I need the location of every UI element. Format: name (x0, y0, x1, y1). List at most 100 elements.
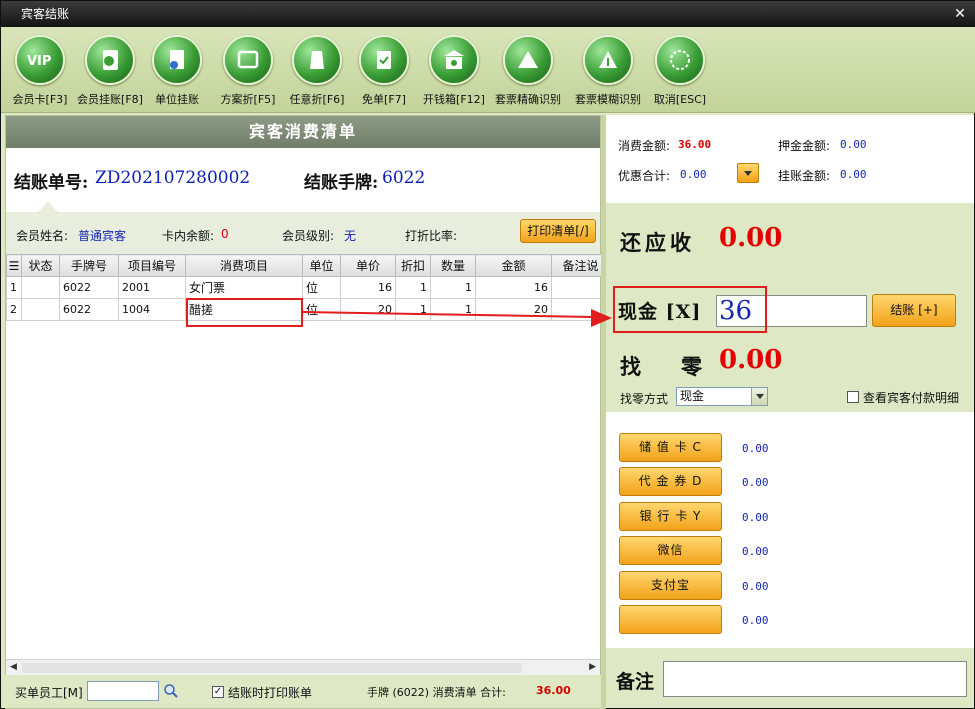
window-title: 宾客结账 (21, 7, 70, 21)
cash-drawer-button[interactable]: 开钱箱[F12] (421, 35, 487, 111)
free-discount-button[interactable]: 任意折[F6] (287, 35, 347, 111)
print-list-button[interactable]: 打印清单[/] (520, 219, 596, 243)
tool-label: 套票精确识别 (495, 93, 561, 106)
col-item-code[interactable]: 项目编号 (118, 254, 186, 277)
col-status[interactable]: 状态 (21, 254, 60, 277)
tool-label: 取消[ESC] (653, 93, 707, 106)
tool-label: 开钱箱[F12] (423, 93, 485, 106)
bank-card-button[interactable]: 银 行 卡 Y (619, 502, 722, 531)
voucher-button[interactable]: 代 金 券 D (619, 467, 722, 496)
row-unit: 位 (302, 298, 341, 321)
member-name: 普通宾客 (78, 229, 127, 243)
tool-label: 会员卡[F3] (12, 93, 68, 106)
wechat-button[interactable]: 微信 (619, 536, 722, 565)
settlement-panel: 消费金额: 36.00 押金金额: 0.00 优惠合计: 0.00 挂账金额: … (606, 115, 974, 708)
row-index: 1 (6, 276, 22, 299)
col-menu[interactable]: ☰ (6, 254, 22, 277)
col-price[interactable]: 单价 (340, 254, 396, 277)
toolbar: VIP 会员卡[F3] 会员挂账[F8] 单位挂账 方案折[F5] 任意折[F6… (1, 27, 975, 113)
member-account-button[interactable]: 会员挂账[F8] (77, 35, 143, 111)
cash-drawer-icon (429, 35, 479, 85)
payment-detail-checkbox[interactable] (847, 391, 859, 403)
table-row[interactable]: 1 6022 2001 女门票 位 16 1 1 16 (6, 276, 610, 299)
close-icon[interactable]: ✕ (952, 6, 968, 22)
member-level: 无 (344, 229, 357, 243)
consumption-list-panel: 宾客消费清单 结账单号: ZD202107280002 结账手牌: 6022 会… (5, 115, 610, 709)
checkout-window: 宾客结账 ✕ VIP 会员卡[F3] 会员挂账[F8] 单位挂账 方案折[F5]… (0, 0, 975, 709)
alipay-button[interactable]: 支付宝 (619, 571, 722, 600)
search-icon[interactable] (163, 683, 179, 702)
row-price: 20 (340, 298, 396, 321)
col-unit[interactable]: 单位 (302, 254, 341, 277)
row-status (21, 276, 60, 299)
tool-label: 任意折[F6] (289, 93, 345, 106)
free-order-button[interactable]: 免单[F7] (357, 35, 411, 111)
member-info-row: 会员姓名: 普通宾客 卡内余额: 0 会员级别: 无 打折比率: 打印清单[/] (6, 212, 600, 254)
svg-text:VIP: VIP (27, 54, 51, 69)
deposit-amount: 0.00 (840, 138, 867, 151)
ticket-fuzzy-button[interactable]: 套票模糊识别 (569, 35, 647, 111)
col-amount[interactable]: 金额 (475, 254, 552, 277)
stored-value-card-button[interactable]: 储 值 卡 C (619, 433, 722, 462)
row-qty: 1 (430, 298, 476, 321)
scroll-thumb[interactable] (22, 663, 522, 673)
ticket-exact-icon (503, 35, 553, 85)
plan-discount-icon (223, 35, 273, 85)
deposit-label: 押金金额: (778, 139, 831, 153)
wechat-amount: 0.00 (742, 545, 769, 558)
bill-no-label: 结账单号: (14, 173, 89, 193)
vip-card-button[interactable]: VIP 会员卡[F3] (9, 35, 71, 111)
change-method-value: 现金 (680, 389, 705, 403)
ticket-exact-button[interactable]: 套票精确识别 (489, 35, 567, 111)
table-row[interactable]: 2 6022 1004 醋搓 位 20 1 1 20 (6, 298, 610, 321)
scroll-left-icon[interactable]: ◀ (10, 662, 17, 672)
discount-total-label: 优惠合计: (618, 169, 671, 183)
col-tag[interactable]: 手牌号 (59, 254, 119, 277)
extra-payment-button[interactable] (619, 605, 722, 634)
note-input[interactable] (663, 661, 967, 697)
consume-label: 消费金额: (618, 139, 671, 153)
bill-no: ZD202107280002 (95, 168, 251, 188)
card-balance-label: 卡内余额: (162, 229, 215, 243)
bank-card-amount: 0.00 (742, 511, 769, 524)
print-on-settle-checkbox[interactable]: ✓ (212, 686, 224, 698)
discount-rate-label: 打折比率: (405, 229, 458, 243)
col-discount[interactable]: 折扣 (395, 254, 431, 277)
row-qty: 1 (430, 276, 476, 299)
row-item-name: 女门票 (185, 276, 303, 299)
bill-info: 结账单号: ZD202107280002 结账手牌: 6022 (6, 148, 600, 208)
bottom-bar: 买单员工[M] ✓ 结账时打印账单 手牌 (6022) 消费清单 合计: 36.… (5, 675, 601, 708)
print-on-settle-label: 结账时打印账单 (228, 686, 313, 700)
amount-due-label: 还应收 (620, 230, 695, 255)
tool-label: 会员挂账[F8] (77, 93, 143, 106)
scroll-right-icon[interactable]: ▶ (589, 662, 596, 672)
consumption-table: ☰ 状态 手牌号 项目编号 消费项目 单位 单价 折扣 数量 金额 备注说 1 … (6, 254, 610, 321)
tool-label: 套票模糊识别 (575, 93, 641, 106)
col-item-name[interactable]: 消费项目 (185, 254, 303, 277)
company-account-button[interactable]: 单位挂账 (149, 35, 205, 111)
change-method-select[interactable]: 现金 (676, 387, 768, 406)
discount-dropdown-button[interactable] (737, 163, 759, 183)
tag-label: 结账手牌: (304, 173, 379, 193)
free-discount-icon (292, 35, 342, 85)
consume-amount: 36.00 (678, 138, 712, 151)
extra-payment-amount: 0.00 (742, 614, 769, 627)
cash-label: 现金 [X] (618, 301, 702, 323)
member-level-label: 会员级别: (282, 229, 335, 243)
tool-label: 方案折[F5] (220, 93, 276, 106)
horizontal-scrollbar[interactable]: ◀ ▶ (6, 659, 600, 675)
row-tag: 6022 (59, 276, 119, 299)
chevron-down-icon[interactable] (751, 388, 767, 405)
settle-button[interactable]: 结账 [+] (872, 294, 956, 327)
voucher-amount: 0.00 (742, 476, 769, 489)
cash-input[interactable]: 36 (716, 295, 867, 327)
buyer-input[interactable] (87, 681, 159, 701)
member-account-icon (85, 35, 135, 85)
buyer-label: 买单员工[M] (15, 686, 83, 700)
plan-discount-button[interactable]: 方案折[F5] (217, 35, 279, 111)
cancel-button[interactable]: 取消[ESC] (651, 35, 709, 111)
note-area: 备注 (606, 650, 974, 708)
alipay-amount: 0.00 (742, 580, 769, 593)
col-qty[interactable]: 数量 (430, 254, 476, 277)
change-method-label: 找零方式 (620, 392, 669, 406)
